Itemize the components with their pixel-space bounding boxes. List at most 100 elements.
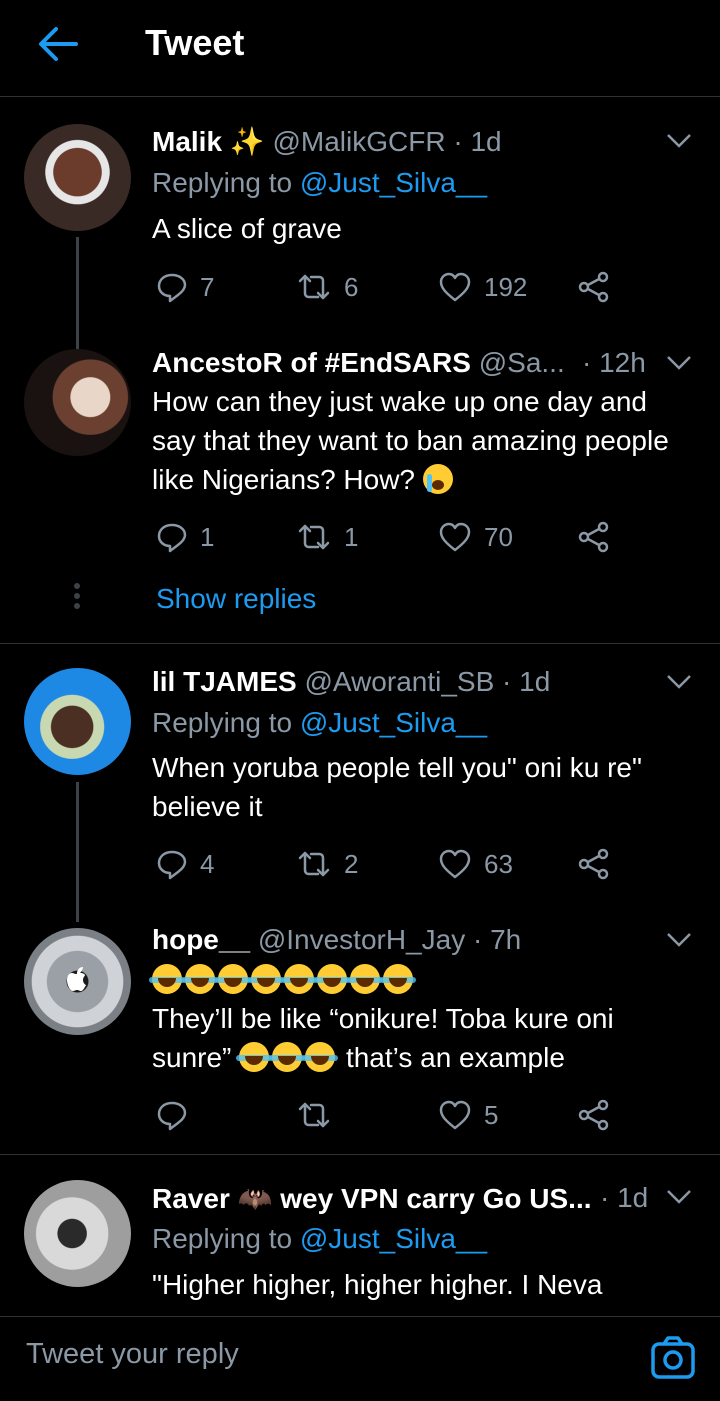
chevron-down-icon[interactable] [666,674,692,690]
tweet-tjames[interactable]: lil TJAMES @Aworanti_SB · 1d Replying to… [0,644,720,922]
tears-of-joy-icon [302,1042,339,1072]
retweet-button[interactable]: 6 [296,267,358,307]
share-button[interactable] [578,517,622,557]
sparkles-icon: ✨ [229,126,265,157]
tweet-text-line: When yoruba people tell you" oni ku re" [152,752,642,783]
share-icon [578,271,609,303]
display-name[interactable]: AncestoR of #EndSARS [152,347,471,378]
heart-icon [439,522,471,552]
timestamp: · 1d [453,126,502,157]
action-bar: 1 1 70 [152,517,622,557]
share-button[interactable] [578,1095,622,1135]
user-handle[interactable]: @MalikGCFR [272,126,445,157]
user-line: Raver 🦇 wey VPN carry Go US... [152,1182,592,1215]
display-name[interactable]: lil TJAMES [152,666,297,697]
chevron-down-icon[interactable] [666,133,692,149]
like-count: 70 [484,521,513,552]
replying-to: Replying to @Just_Silva__ [152,1223,487,1255]
timestamp: · 7h [472,924,522,955]
replying-to: Replying to @Just_Silva__ [152,707,487,739]
user-handle[interactable]: @Sa... [479,347,565,378]
replying-to-link[interactable]: @Just_Silva__ [300,1223,487,1254]
like-button[interactable]: 70 [438,517,513,557]
loudly-crying-face-icon [422,464,453,494]
retweet-button[interactable]: 1 [296,517,358,557]
avatar[interactable] [24,1180,131,1287]
avatar[interactable] [24,124,131,231]
retweet-icon [298,1102,330,1128]
back-arrow-icon[interactable] [36,24,80,64]
replying-to-link[interactable]: @Just_Silva__ [300,707,487,738]
tweet-text-fragment: sunre” [152,1042,232,1073]
heart-icon [439,1100,471,1130]
show-replies-link[interactable]: Show replies [156,583,316,615]
display-name[interactable]: Malik [152,126,222,157]
replying-to-link[interactable]: @Just_Silva__ [300,167,487,198]
more-replies-indicator [74,583,80,613]
replying-to: Replying to @Just_Silva__ [152,167,487,199]
reply-count: 7 [200,271,215,302]
display-name-rest[interactable]: wey VPN carry Go US... [280,1183,591,1214]
tears-of-joy-icon [149,964,185,994]
page-title: Tweet [145,22,245,63]
share-button[interactable] [578,844,622,884]
thread-line [76,782,79,922]
reply-icon [157,273,187,303]
tears-of-joy-icon [236,1042,273,1072]
retweet-count: 1 [344,521,359,552]
user-line: lil TJAMES @Aworanti_SB · 1d [152,666,550,698]
reply-button[interactable] [156,1095,200,1135]
user-line: AncestoR of #EndSARS @Sa... [152,347,565,379]
replying-label: Replying to [152,1223,293,1254]
tweet-text: "Higher higher, higher higher. I Neva [152,1269,603,1300]
retweet-button[interactable]: 2 [296,844,358,884]
chevron-down-icon[interactable] [666,1189,692,1205]
reply-button[interactable]: 4 [156,844,214,884]
tweet-text-line: They’ll be like “onikure! Toba kure oni [152,1003,614,1034]
share-button[interactable] [578,267,622,307]
tweet-hope[interactable]: hope__ @InvestorH_Jay · 7h They’ll be li… [0,914,720,1154]
chevron-down-icon[interactable] [666,932,692,948]
tweet-text-line: believe it [152,791,263,822]
tweet-text: They’ll be like “onikure! Toba kure oni … [149,960,697,1077]
like-button[interactable]: 192 [438,267,527,307]
tweet-raver[interactable]: Raver 🦇 wey VPN carry Go US... · 1d Repl… [0,1155,720,1315]
tweet-malik[interactable]: Malik ✨ @MalikGCFR · 1d Replying to @Jus… [0,97,720,407]
tweet-text-fragment: that’s an example [345,1042,565,1073]
reply-button[interactable]: 7 [156,267,214,307]
tweet-text: How can they just wake up one day and sa… [152,382,697,499]
tears-of-joy-icon [281,964,317,994]
like-count: 63 [484,848,513,879]
tears-of-joy-icon [347,964,383,994]
retweet-count: 2 [344,848,359,879]
like-button[interactable]: 5 [438,1095,498,1135]
camera-icon[interactable] [650,1335,696,1381]
retweet-count: 6 [344,271,359,302]
chevron-down-icon[interactable] [666,355,692,371]
display-name[interactable]: hope__ [152,924,250,955]
tears-of-joy-icon [380,964,416,994]
reply-count: 1 [200,521,215,552]
display-name[interactable]: Raver [152,1183,230,1214]
action-bar: 7 6 192 [152,267,622,307]
reply-input[interactable] [24,1337,608,1372]
bat-icon: 🦇 [237,1183,273,1214]
heart-icon [439,272,471,302]
tears-of-joy-icon [314,964,350,994]
avatar[interactable] [24,928,131,1035]
emoji-row [149,960,697,999]
reply-count: 4 [200,848,215,879]
heart-icon [439,849,471,879]
like-count: 192 [484,271,528,302]
tears-of-joy-icon [215,964,251,994]
retweet-button[interactable] [296,1095,344,1135]
user-handle[interactable]: @InvestorH_Jay [258,924,465,955]
user-line: hope__ @InvestorH_Jay · 7h [152,924,521,956]
avatar[interactable] [24,668,131,775]
reply-button[interactable]: 1 [156,517,214,557]
tweet-ancestor[interactable]: AncestoR of #EndSARS @Sa... · 12h How ca… [0,337,720,643]
action-bar: 5 [152,1095,622,1135]
avatar[interactable] [24,349,131,456]
user-handle[interactable]: @Aworanti_SB [304,666,494,697]
like-button[interactable]: 63 [438,844,513,884]
